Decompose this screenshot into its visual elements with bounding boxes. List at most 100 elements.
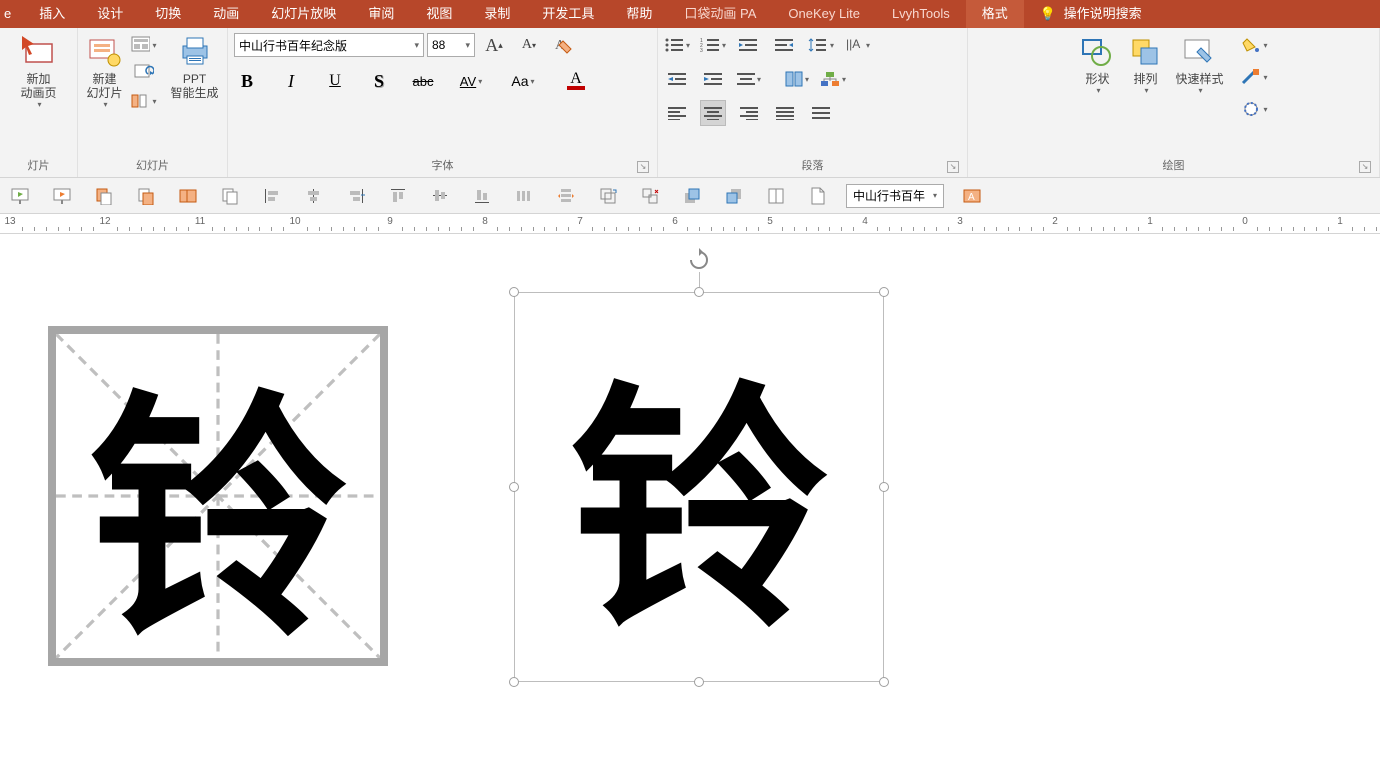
tab-insert[interactable]: 插入 (23, 0, 81, 28)
shrink-font-button[interactable]: A▾ (513, 32, 545, 58)
font-size-combo[interactable]: 88 ▾ (427, 33, 475, 57)
resize-handle-ml[interactable] (509, 482, 519, 492)
qat-ungroup-button[interactable] (636, 182, 664, 210)
font-color-button[interactable]: A (558, 68, 594, 94)
resize-handle-mr[interactable] (879, 482, 889, 492)
qat-cut-button[interactable] (174, 182, 202, 210)
resize-handle-tr[interactable] (879, 287, 889, 297)
tab-review[interactable]: 审阅 (352, 0, 410, 28)
qat-group-button[interactable] (594, 182, 622, 210)
qat-present-button[interactable] (6, 182, 34, 210)
layout-button[interactable]: ▾ (131, 32, 157, 58)
font-name-combo[interactable]: 中山行书百年纪念版 ▾ (234, 33, 424, 57)
dialog-launcher-icon[interactable]: ↘ (637, 161, 649, 173)
qat-distribute-h-button[interactable] (510, 182, 538, 210)
indent-left-button[interactable] (772, 32, 798, 58)
line-spacing-button[interactable]: ▾ (808, 32, 834, 58)
qat-distribute-v-button[interactable] (552, 182, 580, 210)
tab-view[interactable]: 视图 (410, 0, 468, 28)
ppt-smart-gen-button[interactable]: PPT 智能生成 (167, 32, 223, 102)
decrease-indent-button[interactable] (664, 66, 690, 92)
selected-text-box[interactable]: 铃 (514, 292, 884, 682)
italic-button[interactable]: I (278, 68, 304, 94)
tab-pocket-anim[interactable]: 口袋动画 PA (668, 0, 772, 28)
qat-font-select[interactable]: 中山行书百年 ▾ (846, 184, 944, 208)
underline-button[interactable]: U (322, 68, 348, 94)
text-direction-button[interactable]: ||A▾ (844, 32, 870, 58)
resize-handle-tm[interactable] (694, 287, 704, 297)
tab-design[interactable]: 设计 (81, 0, 139, 28)
shape-effects-button[interactable]: ▾ (1238, 96, 1272, 122)
smartart-button[interactable]: ▾ (820, 66, 846, 92)
align-left-button[interactable] (664, 100, 690, 126)
align-vertical-button[interactable]: ▾ (736, 66, 762, 92)
qat-present-from-button[interactable] (48, 182, 76, 210)
shadow-button[interactable]: S (366, 68, 392, 94)
qat-text-box-button[interactable]: A (958, 182, 986, 210)
grow-font-button[interactable]: A▴ (478, 32, 510, 58)
qat-align-center-button[interactable] (300, 182, 328, 210)
new-anim-page-label: 新加 动画页 (20, 72, 56, 100)
qat-align-right-button[interactable] (342, 182, 370, 210)
change-case-button[interactable]: Aa▾ (506, 68, 540, 94)
qat-bring-front-button[interactable] (678, 182, 706, 210)
tab-record[interactable]: 录制 (468, 0, 526, 28)
group-label-slides: 幻灯片 (84, 155, 221, 175)
qat-align-bottom-button[interactable] (468, 182, 496, 210)
horizontal-ruler[interactable]: // ruler drawn below via binding loop af… (0, 214, 1380, 234)
resize-handle-tl[interactable] (509, 287, 519, 297)
tab-transitions[interactable]: 切换 (139, 0, 197, 28)
qat-send-back-button[interactable] (720, 182, 748, 210)
numbering-button[interactable]: 123▾ (700, 32, 726, 58)
new-slide-button[interactable]: 新建 幻灯片 ▾ (82, 32, 126, 111)
slide-canvas[interactable]: 铃 铃 (0, 234, 1380, 760)
tab-developer[interactable]: 开发工具 (526, 0, 610, 28)
arrange-button[interactable]: 排列 ▾ (1123, 32, 1167, 97)
resize-handle-br[interactable] (879, 677, 889, 687)
qat-paste-button[interactable] (132, 182, 160, 210)
tab-onekey-lite[interactable]: OneKey Lite (772, 0, 876, 28)
quick-styles-button[interactable]: 快速样式 ▾ (1171, 32, 1227, 97)
tell-me-search[interactable]: 💡 操作说明搜索 (1024, 0, 1158, 28)
qat-dup-button[interactable] (216, 182, 244, 210)
character-grid-box[interactable]: 铃 (48, 326, 388, 666)
qat-align-top-button[interactable] (384, 182, 412, 210)
section-button[interactable]: ▾ (131, 88, 157, 114)
shapes-icon (1079, 34, 1115, 70)
clear-format-button[interactable]: A (548, 32, 580, 58)
bullets-button[interactable]: ▾ (664, 32, 690, 58)
shape-fill-button[interactable]: ▾ (1238, 32, 1272, 58)
indent-right-button[interactable] (736, 32, 762, 58)
align-right-button[interactable] (736, 100, 762, 126)
qat-align-left-button[interactable] (258, 182, 286, 210)
strike-button[interactable]: abc (410, 68, 436, 94)
tab-slideshow[interactable]: 幻灯片放映 (255, 0, 352, 28)
rotate-handle-icon[interactable] (687, 248, 711, 272)
char-spacing-button[interactable]: AV▾ (454, 68, 488, 94)
tab-lvyhtools[interactable]: LvyhTools (876, 0, 966, 28)
align-justify-button[interactable] (772, 100, 798, 126)
qat-copy-button[interactable] (90, 182, 118, 210)
columns-button[interactable]: ▾ (784, 66, 810, 92)
tab-help[interactable]: 帮助 (610, 0, 668, 28)
dialog-launcher-icon[interactable]: ↘ (947, 161, 959, 173)
qat-new-doc-button[interactable] (804, 182, 832, 210)
bold-button[interactable]: B (234, 68, 260, 94)
group-font: 中山行书百年纪念版 ▾ 88 ▾ A▴ A▾ A B I U S abc (228, 28, 658, 177)
tab-animations[interactable]: 动画 (197, 0, 255, 28)
shape-outline-button[interactable]: ▾ (1238, 64, 1272, 90)
distribute-button[interactable] (808, 100, 834, 126)
new-anim-page-button[interactable]: 新加 动画页 ▾ (16, 32, 60, 111)
align-center-button[interactable] (700, 100, 726, 126)
reset-button[interactable] (131, 60, 157, 86)
qat-selection-pane-button[interactable] (762, 182, 790, 210)
chevron-down-icon: ▾ (933, 191, 937, 200)
dialog-launcher-icon[interactable]: ↘ (1359, 161, 1371, 173)
tab-file-partial[interactable]: e (0, 0, 23, 28)
qat-align-middle-button[interactable] (426, 182, 454, 210)
tab-format[interactable]: 格式 (966, 0, 1024, 28)
resize-handle-bl[interactable] (509, 677, 519, 687)
resize-handle-bm[interactable] (694, 677, 704, 687)
shapes-button[interactable]: 形状 ▾ (1075, 32, 1119, 97)
increase-indent-button[interactable] (700, 66, 726, 92)
